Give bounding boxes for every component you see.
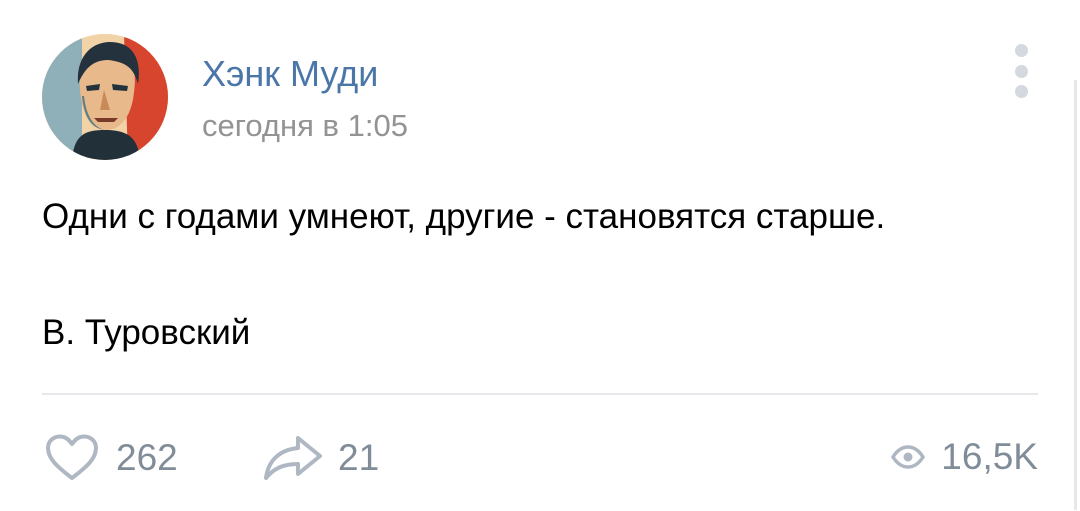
more-dot [1014,44,1028,57]
post-text-line: Одни с годами умнеют, другие - становятс… [42,197,886,236]
views-counter: 16,5K [891,434,1038,480]
share-count: 21 [338,437,380,478]
more-dot [1014,85,1028,98]
heart-icon [46,434,98,480]
avatar[interactable] [42,34,168,160]
post-card: Хэнк Муди сегодня в 1:05 Одни с годами у… [0,0,1080,511]
post-timestamp: сегодня в 1:05 [202,108,408,143]
share-arrow-icon [264,436,322,480]
like-button[interactable]: 262 [44,434,178,482]
share-button[interactable]: 21 [262,434,379,482]
eye-icon [891,445,926,469]
post-text-signature: В. Туровский [42,313,251,352]
like-count: 262 [116,437,178,478]
more-dot [1014,64,1028,78]
view-count: 16,5K [941,436,1038,477]
post-footer: 262 21 16,5K [0,420,1080,500]
author-name[interactable]: Хэнк Муди [202,52,378,96]
avatar-portrait [42,34,168,160]
more-vertical-icon[interactable] [1006,44,1036,98]
divider [42,393,1038,395]
